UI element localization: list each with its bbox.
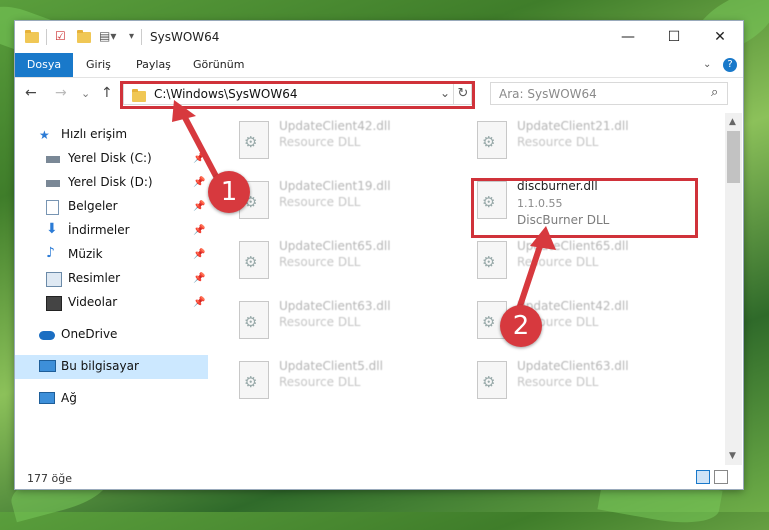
arrowhead-icon [530, 226, 556, 250]
step-1-badge: 1 [208, 171, 250, 213]
arrowhead-icon [172, 100, 196, 122]
arrow-to-file [515, 239, 545, 313]
annotation-arrows [172, 100, 556, 313]
step-2-badge: 2 [500, 305, 542, 347]
arrow-to-address [179, 110, 221, 182]
